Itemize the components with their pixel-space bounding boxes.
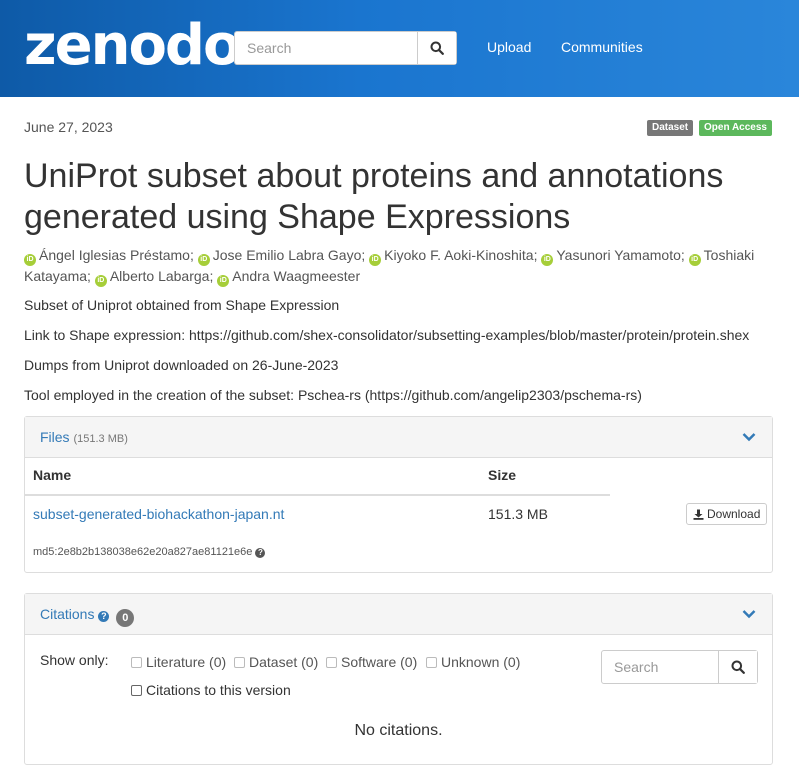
help-icon[interactable]: ? [98,611,110,622]
chevron-down-icon[interactable] [742,609,756,619]
download-icon [693,509,704,520]
file-link[interactable]: subset-generated-biohackathon-japan.nt [33,506,284,522]
checkbox-box[interactable] [131,684,142,696]
access-badge[interactable]: Open Access [699,120,772,136]
nav-upload[interactable]: Upload [487,39,531,55]
checkbox-box[interactable] [426,656,437,668]
author-item[interactable]: iD Ángel Iglesias Préstamo; [24,247,194,266]
description-line: Dumps from Uniprot downloaded on 26-June… [24,357,339,373]
search-icon [430,41,444,55]
filter-literature-checkbox[interactable]: Literature (0) [131,654,226,670]
orcid-icon[interactable]: iD [217,275,230,287]
orcid-icon[interactable]: iD [197,254,210,266]
checkbox-box[interactable] [234,656,245,668]
orcid-icon[interactable]: iD [24,254,36,266]
orcid-icon[interactable]: iD [688,254,701,266]
citations-panel-header[interactable]: Citations ? 0 [25,594,772,635]
publication-date: June 27, 2023 [24,119,113,135]
top-header: zenodo Upload Communities [0,0,799,97]
file-size: 151.3 MB [488,506,548,522]
no-citations-message: No citations. [354,722,443,739]
column-header-name: Name [33,467,72,483]
filter-this-version-checkbox[interactable]: Citations to this version [131,682,291,698]
checkbox-box[interactable] [326,656,337,668]
description-line: Tool employed in the creation of the sub… [24,387,642,403]
orcid-icon[interactable]: iD [369,254,382,266]
author-item[interactable]: iD Kiyoko F. Aoki-Kinoshita; [369,247,537,266]
citations-count-badge: 0 [116,609,135,627]
citations-search-input[interactable] [602,651,720,683]
citations-search [601,650,758,684]
files-panel-header[interactable]: Files (151.3 MB) [25,417,772,458]
file-checksum: md5:2e8b2b138038e62e20a827ae81121e6e ? [33,546,266,558]
checkbox-box[interactable] [131,656,142,668]
files-title[interactable]: Files (151.3 MB) [40,429,128,445]
author-item[interactable]: iD Alberto Labarga; [94,268,213,287]
files-total-size: (151.3 MB) [73,433,128,445]
search-button[interactable] [417,32,456,64]
show-only-label: Show only: [40,652,109,668]
record-title: UniProt subset about proteins and annota… [24,157,724,236]
author-item[interactable]: iD Andra Waagmeester [217,268,360,287]
orcid-icon[interactable]: iD [94,275,107,287]
author-item[interactable]: iD Jose Emilio Labra Gayo; [197,247,365,266]
description-line: Link to Shape expression: https://github… [24,327,750,343]
description-line: Subset of Uniprot obtained from Shape Ex… [24,297,340,313]
resource-type-badge[interactable]: Dataset [647,120,694,136]
filter-dataset-checkbox[interactable]: Dataset (0) [234,654,318,670]
help-icon[interactable]: ? [255,548,266,558]
filter-unknown-checkbox[interactable]: Unknown (0) [426,654,520,670]
zenodo-logo[interactable]: zenodo [24,18,241,74]
citations-panel: Citations ? 0 Show only: Literature (0) … [24,593,773,765]
column-header-size: Size [488,467,517,483]
search-input[interactable] [235,32,418,64]
author-item[interactable]: iD Yasunori Yamamoto; [541,247,685,266]
files-panel: Files (151.3 MB) Name Size subset-genera… [24,416,773,573]
nav-communities[interactable]: Communities [561,39,643,55]
chevron-down-icon[interactable] [742,432,756,442]
download-button[interactable]: Download [686,503,768,525]
filter-software-checkbox[interactable]: Software (0) [326,654,417,670]
table-divider [25,494,610,496]
citations-search-button[interactable] [718,651,757,683]
search-icon [731,660,745,674]
orcid-icon[interactable]: iD [541,254,554,266]
citations-title[interactable]: Citations ? 0 [40,606,135,627]
header-search [234,31,457,65]
author-list: iD Ángel Iglesias Préstamo; iD Jose Emilio… [24,245,784,287]
